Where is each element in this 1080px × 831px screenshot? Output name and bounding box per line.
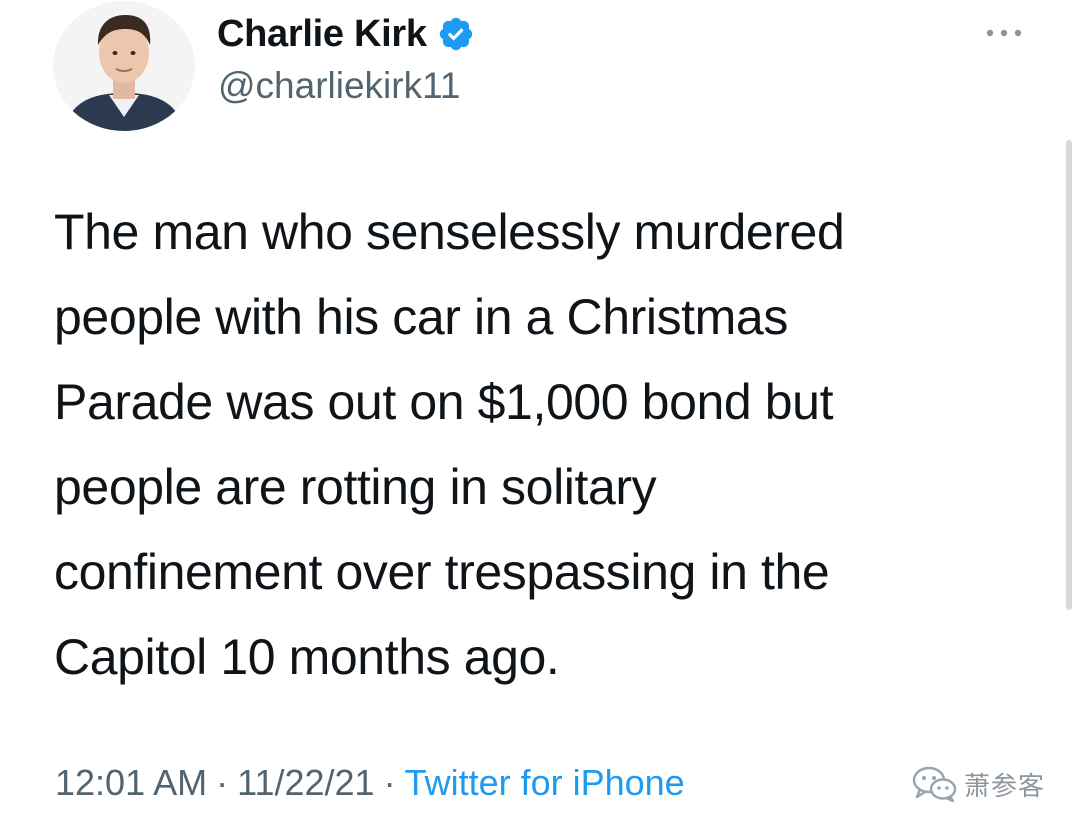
tweet-date[interactable]: 11/22/21 <box>237 762 374 803</box>
author-display-name[interactable]: Charlie Kirk <box>217 10 427 58</box>
meta-separator: · <box>216 762 229 803</box>
tweet-text: The man who senselessly murdered people … <box>54 204 845 685</box>
tweet-meta: 12:01 AM · 11/22/21 · Twitter for iPhone <box>55 758 685 808</box>
meta-separator: · <box>383 762 396 803</box>
author-name-row: Charlie Kirk <box>217 10 475 58</box>
tweet-time[interactable]: 12:01 AM <box>55 762 207 803</box>
verified-badge-icon <box>437 15 475 53</box>
more-horizontal-icon <box>984 28 1024 38</box>
wechat-icon <box>912 765 958 803</box>
scrollbar[interactable] <box>1066 140 1072 610</box>
watermark-text: 萧参客 <box>964 771 1046 802</box>
more-options-button[interactable] <box>980 18 1028 48</box>
avatar[interactable] <box>53 1 195 131</box>
tweet-card: Charlie Kirk @charliekirk11 The man who … <box>0 0 1080 831</box>
watermark: 萧参客 <box>912 762 1045 806</box>
tweet-source-link[interactable]: Twitter for iPhone <box>405 762 685 803</box>
author-handle[interactable]: @charliekirk11 <box>218 62 461 110</box>
